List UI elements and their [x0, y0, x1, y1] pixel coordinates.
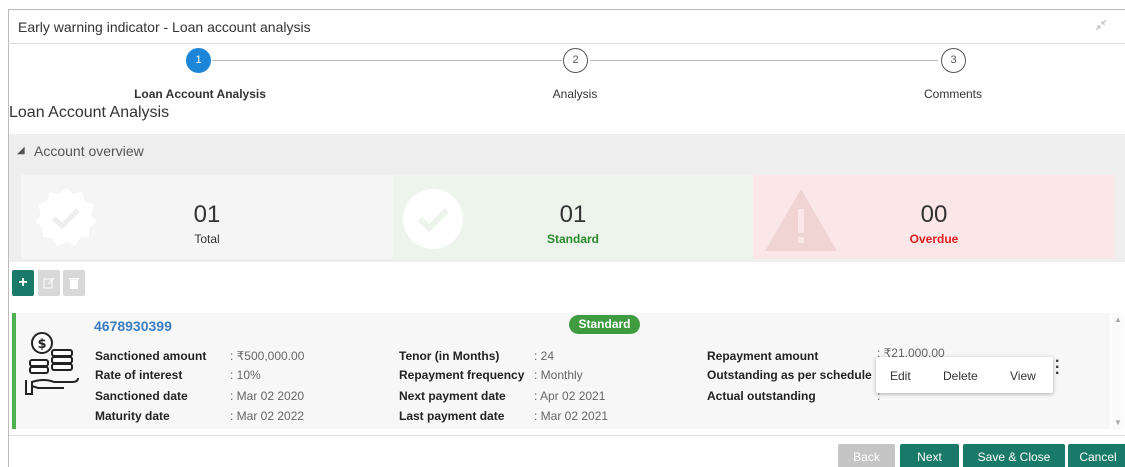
field-value: : Mar 02 2021 — [534, 409, 609, 423]
add-button[interactable]: + — [12, 270, 34, 296]
window-title: Early warning indicator - Loan account a… — [18, 19, 311, 35]
kebab-menu-icon[interactable]: · · · — [1055, 354, 1060, 382]
collapse-triangle-icon: ◢ — [17, 145, 25, 156]
cancel-button[interactable]: Cancel — [1068, 444, 1125, 467]
field-value: : ₹500,000.00 — [230, 349, 305, 363]
trash-icon — [69, 278, 79, 289]
step-3-label[interactable]: Comments — [903, 87, 1003, 101]
delete-button[interactable] — [63, 270, 85, 296]
edit-button[interactable] — [38, 270, 60, 296]
menu-item-delete[interactable]: Delete — [943, 369, 978, 383]
svg-text:$: $ — [37, 337, 46, 352]
card-scrollbar[interactable]: ▲ ▼ — [1112, 313, 1124, 429]
field-label: Repayment amount — [707, 349, 819, 363]
collapse-icon[interactable] — [1095, 19, 1109, 33]
standard-label: Standard — [546, 232, 599, 246]
scroll-down-icon[interactable]: ▼ — [1114, 418, 1122, 427]
field-value: : 10% — [230, 368, 261, 382]
account-number-link[interactable]: 4678930399 — [94, 318, 172, 334]
field-value: : Apr 02 2021 — [534, 389, 606, 403]
menu-item-view[interactable]: View — [1010, 369, 1036, 383]
page-title: Loan Account Analysis — [9, 104, 170, 121]
field-label: Actual outstanding — [707, 389, 816, 403]
step-1-circle[interactable]: 1 — [186, 48, 211, 73]
field-label: Sanctioned date — [95, 389, 188, 403]
total-tile[interactable]: 01 Total — [21, 175, 393, 259]
field-label: Sanctioned amount — [95, 349, 207, 363]
step-2-label[interactable]: Analysis — [525, 87, 625, 101]
step-1-label[interactable]: Loan Account Analysis — [120, 87, 280, 101]
field-value: : Mar 02 2022 — [230, 409, 305, 423]
standard-tile[interactable]: 01 Standard — [393, 175, 753, 259]
back-button[interactable]: Back — [838, 444, 895, 467]
account-overview-header[interactable]: ◢ Account overview — [9, 134, 1125, 168]
edit-icon — [43, 277, 55, 289]
overdue-label: Overdue — [909, 232, 959, 246]
stepper-line-1 — [212, 60, 562, 61]
account-overview-label: Account overview — [34, 143, 144, 159]
standard-count: 01 — [559, 201, 587, 228]
step-2-circle[interactable]: 2 — [563, 48, 588, 73]
field-label: Rate of interest — [95, 368, 183, 382]
field-label: Next payment date — [399, 389, 506, 403]
field-value: : Mar 02 2020 — [230, 389, 305, 403]
field-label: Maturity date — [95, 409, 170, 423]
total-label: Total — [194, 232, 220, 246]
field-label: Tenor (in Months) — [399, 349, 500, 363]
field-label: Outstanding as per schedule — [707, 368, 872, 382]
overdue-tile[interactable]: 00 Overdue — [753, 175, 1115, 259]
next-button[interactable]: Next — [900, 444, 959, 467]
status-badge: Standard — [569, 315, 640, 334]
field-label: Last payment date — [399, 409, 505, 423]
menu-item-edit[interactable]: Edit — [890, 369, 911, 383]
field-value: : 24 — [534, 349, 555, 363]
money-hand-icon: $ — [25, 332, 79, 395]
step-3-circle[interactable]: 3 — [941, 48, 966, 73]
scroll-up-icon[interactable]: ▲ — [1114, 315, 1122, 324]
total-count: 01 — [193, 201, 221, 228]
field-value: : Monthly — [534, 368, 583, 382]
save-close-button[interactable]: Save & Close — [963, 444, 1065, 467]
overdue-count: 00 — [920, 201, 948, 228]
field-label: Repayment frequency — [399, 368, 525, 382]
stepper-line-2 — [590, 60, 938, 61]
footer-divider — [9, 435, 1125, 436]
title-bar: Early warning indicator - Loan account a… — [8, 9, 1125, 44]
context-menu: Edit Delete View — [876, 357, 1053, 393]
